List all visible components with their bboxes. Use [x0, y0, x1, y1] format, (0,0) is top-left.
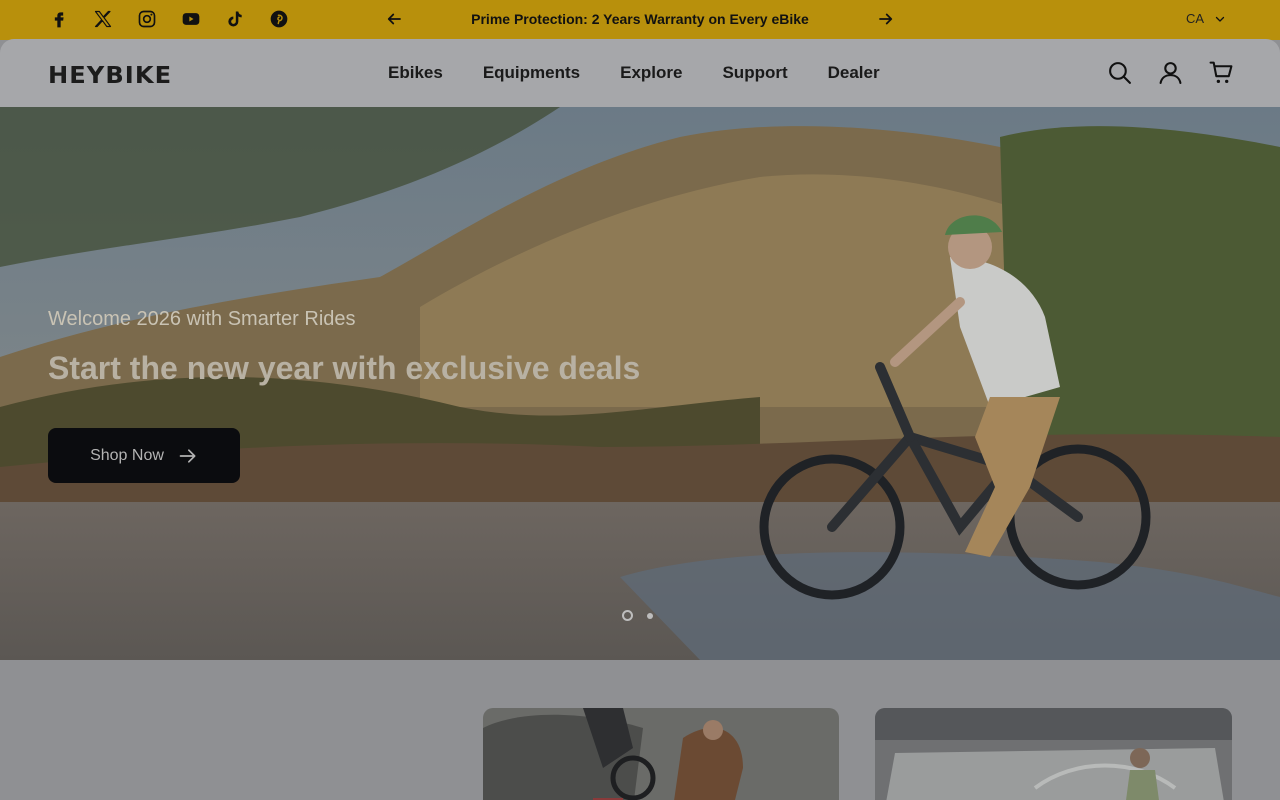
nav-item-explore[interactable]: Explore [620, 63, 682, 83]
site-header: HEYBIKE Ebikes Equipments Explore Suppor… [0, 39, 1280, 107]
slide-dot-2[interactable] [647, 612, 653, 619]
search-icon[interactable] [1107, 60, 1132, 85]
featured-image-2 [875, 708, 1232, 800]
shop-now-label: Shop Now [90, 446, 164, 464]
nav-item-equipments[interactable]: Equipments [483, 63, 580, 83]
featured-card-2[interactable] [875, 708, 1232, 800]
main-nav: Ebikes Equipments Explore Support Dealer [388, 63, 880, 83]
featured-section [0, 660, 1280, 800]
announcement-next-arrow-icon[interactable] [877, 10, 895, 28]
pinterest-icon[interactable] [268, 8, 290, 30]
header-actions [1107, 60, 1234, 85]
hero-title: Start the new year with exclusive deals [48, 350, 641, 386]
chevron-down-icon [1215, 16, 1225, 22]
hero-subtitle: Welcome 2026 with Smarter Rides [48, 308, 356, 330]
arrow-right-icon [179, 448, 196, 463]
hero-banner: Welcome 2026 with Smarter Rides Start th… [0, 107, 1280, 660]
tiktok-icon[interactable] [224, 8, 246, 30]
announcement-bar: Prime Protection: 2 Years Warranty on Ev… [0, 0, 1280, 40]
announcement-prev-arrow-icon[interactable] [385, 10, 403, 28]
brand-logo[interactable]: HEYBIKE [48, 63, 172, 89]
social-links [48, 8, 290, 30]
nav-item-support[interactable]: Support [722, 63, 787, 83]
youtube-icon[interactable] [180, 8, 202, 30]
featured-image-1 [483, 708, 839, 800]
facebook-icon[interactable] [48, 8, 70, 30]
country-selector[interactable]: CA [1186, 11, 1226, 26]
nav-item-ebikes[interactable]: Ebikes [388, 63, 443, 83]
shop-now-button[interactable]: Shop Now [48, 428, 240, 483]
slide-dot-1[interactable] [622, 610, 633, 621]
instagram-icon[interactable] [136, 8, 158, 30]
announcement-text: Prime Protection: 2 Years Warranty on Ev… [471, 11, 809, 27]
nav-item-dealer[interactable]: Dealer [828, 63, 880, 83]
account-icon[interactable] [1158, 60, 1183, 85]
x-icon[interactable] [92, 8, 114, 30]
featured-card-1[interactable] [483, 708, 839, 800]
cart-icon[interactable] [1209, 60, 1234, 85]
country-code: CA [1186, 11, 1205, 26]
slider-pagination [622, 610, 653, 621]
